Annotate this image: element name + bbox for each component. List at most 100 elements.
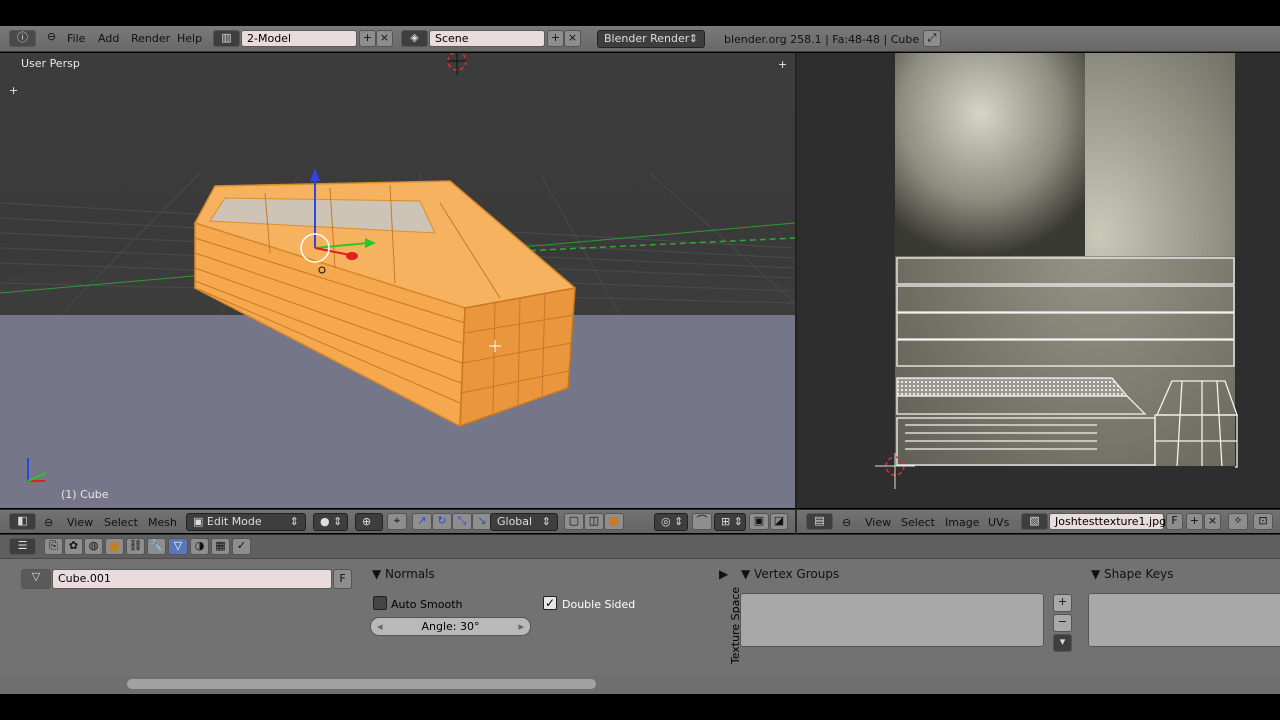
collapse-menu-icon[interactable]: ⊖ — [842, 516, 851, 529]
menu-select[interactable]: Select — [104, 516, 138, 529]
shape-keys-panel-title[interactable]: ▼ Shape Keys — [1091, 567, 1173, 581]
dropdown-arrows-icon: ⇕ — [541, 515, 551, 528]
vertex-group-menu-icon[interactable]: ▾ — [1053, 634, 1072, 652]
snap-toggle-icon[interactable]: ⌒ — [692, 513, 712, 530]
chevron-right-icon[interactable]: ▸ — [518, 618, 524, 635]
world-tab-icon[interactable]: ◍ — [84, 538, 103, 555]
image-fake-user-button[interactable]: F — [1166, 513, 1183, 530]
pivot-point-dropdown[interactable]: ⊕ — [355, 513, 383, 531]
info-header: ⓘ ⊖ File Add Render Help ▥ 2-Model + × ◈… — [0, 26, 1280, 52]
collapse-menu-icon[interactable]: ⊖ — [44, 516, 53, 529]
render-animation-icon[interactable]: ◪ — [770, 513, 788, 530]
3d-viewport[interactable]: User Persp (1) Cube + + — [0, 53, 795, 508]
translate-manipulator-icon[interactable]: ↗ — [412, 513, 432, 530]
info-editor-type-icon[interactable]: ⓘ — [9, 30, 36, 47]
properties-header: ☰ ⎘ ✿ ◍ ▣ ⛓ 🔧 ▽ ◑ ▦ ✓ — [0, 534, 1280, 558]
remove-screen-icon[interactable]: × — [376, 30, 393, 47]
manipulator-toggle-icon[interactable]: ⌖ — [387, 513, 407, 530]
scene-field[interactable]: Scene — [429, 30, 545, 47]
vertex-select-icon[interactable]: ▢ — [564, 513, 584, 530]
vertex-groups-panel-title[interactable]: ▼ Vertex Groups — [741, 567, 839, 581]
3d-view-editor-type-icon[interactable]: ◧ — [9, 513, 36, 530]
shape-keys-list[interactable] — [1088, 593, 1280, 647]
mode-dropdown[interactable]: ▣ Edit Mode ⇕ — [186, 513, 306, 531]
chevron-left-icon[interactable]: ◂ — [377, 618, 383, 635]
extra-manipulator-icon[interactable]: ↘ — [472, 513, 492, 530]
scene-stats: blender.org 258.1 | Fa:48-48 | Cube — [724, 33, 920, 46]
double-sided-label: Double Sided — [562, 598, 636, 611]
constraints-tab-icon[interactable]: ⛓ — [126, 538, 145, 555]
viewport-shading-dropdown[interactable]: ● ⇕ — [313, 513, 348, 531]
viewport-scene — [0, 53, 795, 508]
uv-sync-icon[interactable]: ⊡ — [1253, 513, 1273, 530]
image-editor-type-icon[interactable]: ▤ — [806, 513, 833, 530]
transform-orientation-dropdown[interactable]: Global ⇕ — [490, 513, 558, 531]
auto-smooth-checkbox[interactable] — [373, 596, 387, 610]
menu-mesh[interactable]: Mesh — [148, 516, 177, 529]
menu-add[interactable]: Add — [98, 32, 119, 45]
face-select-icon[interactable]: ■ — [604, 513, 624, 530]
view-label: User Persp — [21, 57, 80, 70]
add-scene-icon[interactable]: + — [547, 30, 564, 47]
properties-editor-type-icon[interactable]: ☰ — [9, 538, 36, 555]
vertex-groups-list[interactable] — [740, 593, 1044, 647]
image-name-field[interactable]: Joshtesttexture1.jpg — [1049, 513, 1166, 530]
new-image-icon[interactable]: + — [1186, 513, 1203, 530]
menu-render[interactable]: Render — [131, 32, 170, 45]
rotate-manipulator-icon[interactable]: ↻ — [432, 513, 452, 530]
object-tab-icon[interactable]: ▣ — [105, 538, 124, 555]
shape-keys-title-text: Shape Keys — [1104, 567, 1174, 581]
menu-view[interactable]: View — [67, 516, 93, 529]
remove-vertex-group-icon[interactable]: − — [1053, 614, 1072, 632]
proportional-edit-dropdown[interactable]: ◎ ⇕ — [654, 513, 688, 531]
mode-label: Edit Mode — [206, 515, 262, 528]
texture-tab-icon[interactable]: ▦ — [211, 538, 230, 555]
physics-tab-icon[interactable]: ✓ — [232, 538, 251, 555]
add-vertex-group-icon[interactable]: + — [1053, 594, 1072, 612]
screen-layout-field[interactable]: 2-Model — [241, 30, 357, 47]
normals-panel-title[interactable]: ▼ Normals — [372, 567, 435, 581]
uv-menu-uvs[interactable]: UVs — [988, 516, 1009, 529]
remove-scene-icon[interactable]: × — [564, 30, 581, 47]
add-screen-icon[interactable]: + — [359, 30, 376, 47]
material-tab-icon[interactable]: ◑ — [190, 538, 209, 555]
double-sided-checkbox[interactable]: ✓ — [543, 596, 557, 610]
mesh-fake-user-button[interactable]: F — [333, 569, 352, 589]
uv-menu-image[interactable]: Image — [945, 516, 979, 529]
mesh-data-tab-icon[interactable]: ▽ — [168, 538, 188, 555]
uv-menu-view[interactable]: View — [865, 516, 891, 529]
mesh-name-field[interactable]: Cube.001 — [52, 569, 332, 589]
collapse-menu-icon[interactable]: ⊖ — [43, 30, 60, 47]
orientation-label: Global — [497, 515, 533, 528]
uv-texture-canvas — [875, 53, 1238, 508]
render-tab-icon[interactable]: ⎘ — [44, 538, 63, 555]
render-engine-dropdown[interactable]: Blender Render ⇕ — [597, 30, 705, 48]
unlink-image-icon[interactable]: × — [1204, 513, 1221, 530]
normals-title-text: Normals — [385, 567, 435, 581]
scene-tab-icon[interactable]: ✿ — [64, 538, 83, 555]
menu-help[interactable]: Help — [177, 32, 202, 45]
edge-select-icon[interactable]: ◫ — [584, 513, 604, 530]
dropdown-arrows-icon: ⇕ — [688, 32, 698, 45]
vertex-groups-title-text: Vertex Groups — [754, 567, 840, 581]
fullscreen-icon[interactable]: ⤢ — [923, 30, 941, 47]
modifiers-tab-icon[interactable]: 🔧 — [147, 538, 166, 555]
scene-icon[interactable]: ◈ — [401, 30, 428, 47]
properties-toggle-icon[interactable]: + — [778, 58, 787, 71]
properties-scrollbar-thumb[interactable] — [127, 679, 596, 689]
uv-image-editor[interactable] — [797, 53, 1280, 508]
uv-menu-select[interactable]: Select — [901, 516, 935, 529]
dropdown-arrows-icon: ⇕ — [289, 515, 299, 528]
render-preview-icon[interactable]: ▣ — [749, 513, 769, 530]
angle-slider[interactable]: ◂ Angle: 30° ▸ — [370, 617, 531, 636]
screen-layout-icon[interactable]: ▥ — [213, 30, 240, 47]
menu-file[interactable]: File — [67, 32, 85, 45]
image-browse-icon[interactable]: ▧ — [1021, 513, 1048, 530]
mesh-data-icon[interactable]: ▽ — [21, 569, 51, 589]
scale-manipulator-icon[interactable]: ⤡ — [452, 513, 472, 530]
toolshelf-toggle-icon[interactable]: + — [9, 84, 18, 97]
pin-image-icon[interactable]: ✧ — [1228, 513, 1248, 530]
editor-headers-bar: ◧ ⊖ View Select Mesh ▣ Edit Mode ⇕ ● ⇕ ⊕… — [0, 509, 1280, 534]
snap-element-dropdown[interactable]: ⊞ ⇕ — [714, 513, 746, 531]
texture-space-panel-collapsed[interactable]: ▶ — [719, 567, 728, 581]
